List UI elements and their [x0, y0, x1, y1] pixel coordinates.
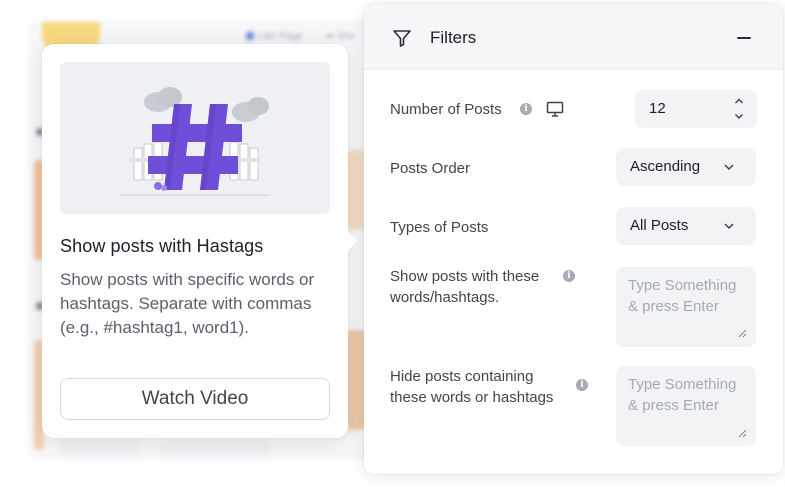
hashtag-info-card: Show posts with Hastags Show posts with …: [42, 44, 348, 438]
types-of-posts-label: Types of Posts: [390, 219, 489, 236]
filters-header[interactable]: Filters: [364, 4, 783, 70]
quantity-stepper[interactable]: [731, 95, 747, 123]
background-bar: [60, 440, 140, 454]
info-icon[interactable]: i: [576, 379, 588, 391]
minus-icon[interactable]: [734, 28, 754, 48]
posts-order-select[interactable]: Ascending: [616, 148, 756, 186]
hide-posts-label-line1: Hide posts containing: [390, 368, 534, 385]
background-like-page-link: Like Page: [246, 31, 302, 42]
background-share-link: ➦ Sha: [326, 31, 355, 42]
info-icon[interactable]: i: [520, 103, 532, 115]
posts-order-label: Posts Order: [390, 160, 471, 177]
desktop-icon[interactable]: [546, 101, 564, 117]
card-title: Show posts with Hastags: [60, 236, 264, 256]
background-image-strip: [346, 330, 366, 430]
show-posts-label-line1: Show posts with these: [390, 268, 540, 285]
hashtag-illustration: [60, 62, 330, 214]
filter-icon: [393, 30, 411, 47]
types-of-posts-select[interactable]: All Posts: [616, 207, 756, 245]
number-of-posts-input[interactable]: 12: [635, 90, 757, 128]
hide-posts-label-line2: these words or hashtags: [390, 389, 554, 406]
number-of-posts-value: 12: [649, 100, 666, 117]
chevron-down-icon[interactable]: [731, 110, 747, 123]
show-hashtags-input[interactable]: [616, 267, 756, 347]
chevron-down-icon: [724, 164, 734, 171]
chevron-down-icon: [724, 223, 734, 230]
watch-video-button[interactable]: Watch Video: [60, 378, 330, 420]
hide-posts-label: Hide posts containing these words or has…: [390, 366, 553, 408]
card-pointer: [346, 230, 358, 252]
background-image-strip: [346, 150, 366, 230]
info-icon[interactable]: i: [563, 270, 575, 282]
card-description: Show posts with specific words or hashta…: [60, 270, 315, 337]
filters-panel: Filters Number of Posts i 12 Posts Order…: [364, 4, 783, 474]
number-of-posts-label: Number of Posts: [390, 101, 502, 118]
filters-title: Filters: [430, 28, 477, 47]
hide-hashtags-input[interactable]: [616, 366, 756, 446]
show-posts-label-line2: words/hashtags.: [390, 289, 500, 306]
types-of-posts-value: All Posts: [630, 217, 689, 234]
posts-order-value: Ascending: [630, 158, 701, 175]
show-posts-label: Show posts with these words/hashtags.: [390, 266, 539, 308]
chevron-up-icon[interactable]: [731, 95, 747, 108]
background-bar: [160, 440, 270, 454]
